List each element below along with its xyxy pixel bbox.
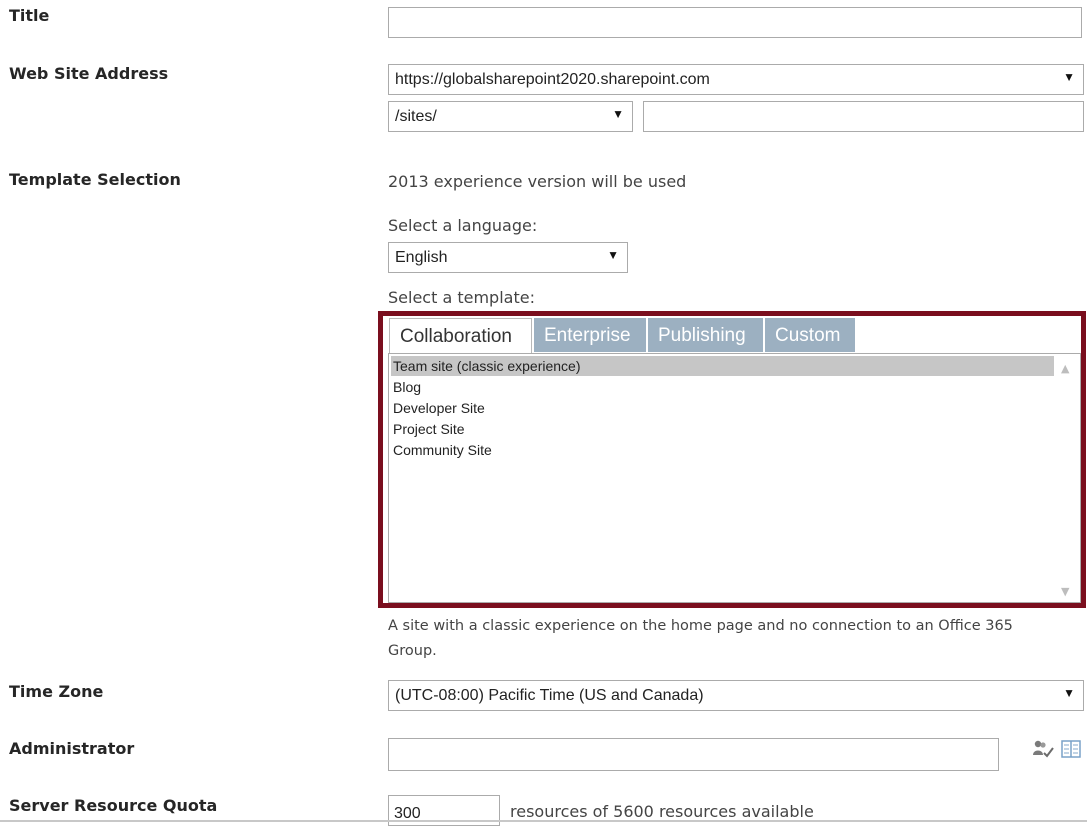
quota-suffix: resources of 5600 resources available bbox=[510, 802, 814, 821]
list-item[interactable]: Project Site bbox=[391, 419, 465, 439]
administrator-label: Administrator bbox=[9, 739, 135, 758]
tab-publishing[interactable]: Publishing bbox=[648, 318, 763, 352]
chevron-down-icon: ▼ bbox=[612, 107, 624, 121]
list-item[interactable]: Developer Site bbox=[391, 398, 485, 418]
site-name-input[interactable] bbox=[643, 101, 1084, 132]
chevron-down-icon: ▼ bbox=[1063, 70, 1075, 84]
chevron-down-icon: ▼ bbox=[607, 248, 619, 262]
language-select-value: English bbox=[395, 249, 448, 266]
tab-collaboration[interactable]: Collaboration bbox=[389, 318, 532, 353]
list-item[interactable]: Community Site bbox=[391, 440, 492, 460]
template-prompt: Select a template: bbox=[388, 288, 535, 307]
browse-address-book-icon[interactable] bbox=[1061, 740, 1081, 758]
template-selection-label: Template Selection bbox=[9, 170, 181, 189]
path-select-value: /sites/ bbox=[395, 108, 437, 125]
language-prompt: Select a language: bbox=[388, 216, 538, 235]
path-select[interactable]: /sites/ ▼ bbox=[388, 101, 633, 132]
list-item[interactable]: Blog bbox=[391, 377, 421, 397]
time-zone-select-value: (UTC-08:00) Pacific Time (US and Canada) bbox=[395, 687, 704, 704]
time-zone-select[interactable]: (UTC-08:00) Pacific Time (US and Canada)… bbox=[388, 680, 1084, 711]
scroll-up-icon[interactable]: ▲ bbox=[1061, 362, 1069, 375]
chevron-down-icon: ▼ bbox=[1063, 686, 1075, 700]
scroll-down-icon[interactable]: ▼ bbox=[1061, 585, 1069, 598]
web-address-label: Web Site Address bbox=[9, 64, 169, 83]
title-input[interactable] bbox=[388, 7, 1082, 38]
language-select[interactable]: English ▼ bbox=[388, 242, 628, 273]
version-note: 2013 experience version will be used bbox=[388, 172, 687, 191]
title-label: Title bbox=[9, 6, 50, 25]
check-names-icon[interactable] bbox=[1032, 739, 1054, 759]
administrator-input[interactable] bbox=[388, 738, 999, 771]
template-list[interactable] bbox=[388, 353, 1081, 603]
tab-enterprise[interactable]: Enterprise bbox=[534, 318, 646, 352]
tab-custom[interactable]: Custom bbox=[765, 318, 855, 352]
domain-select[interactable]: https://globalsharepoint2020.sharepoint.… bbox=[388, 64, 1084, 95]
time-zone-label: Time Zone bbox=[9, 682, 104, 701]
list-item[interactable]: Team site (classic experience) bbox=[391, 356, 1054, 376]
quota-label: Server Resource Quota bbox=[9, 796, 218, 815]
template-description: A site with a classic experience on the … bbox=[388, 618, 1013, 659]
list-scrollbar[interactable] bbox=[1055, 356, 1079, 601]
domain-select-value: https://globalsharepoint2020.sharepoint.… bbox=[395, 71, 710, 88]
